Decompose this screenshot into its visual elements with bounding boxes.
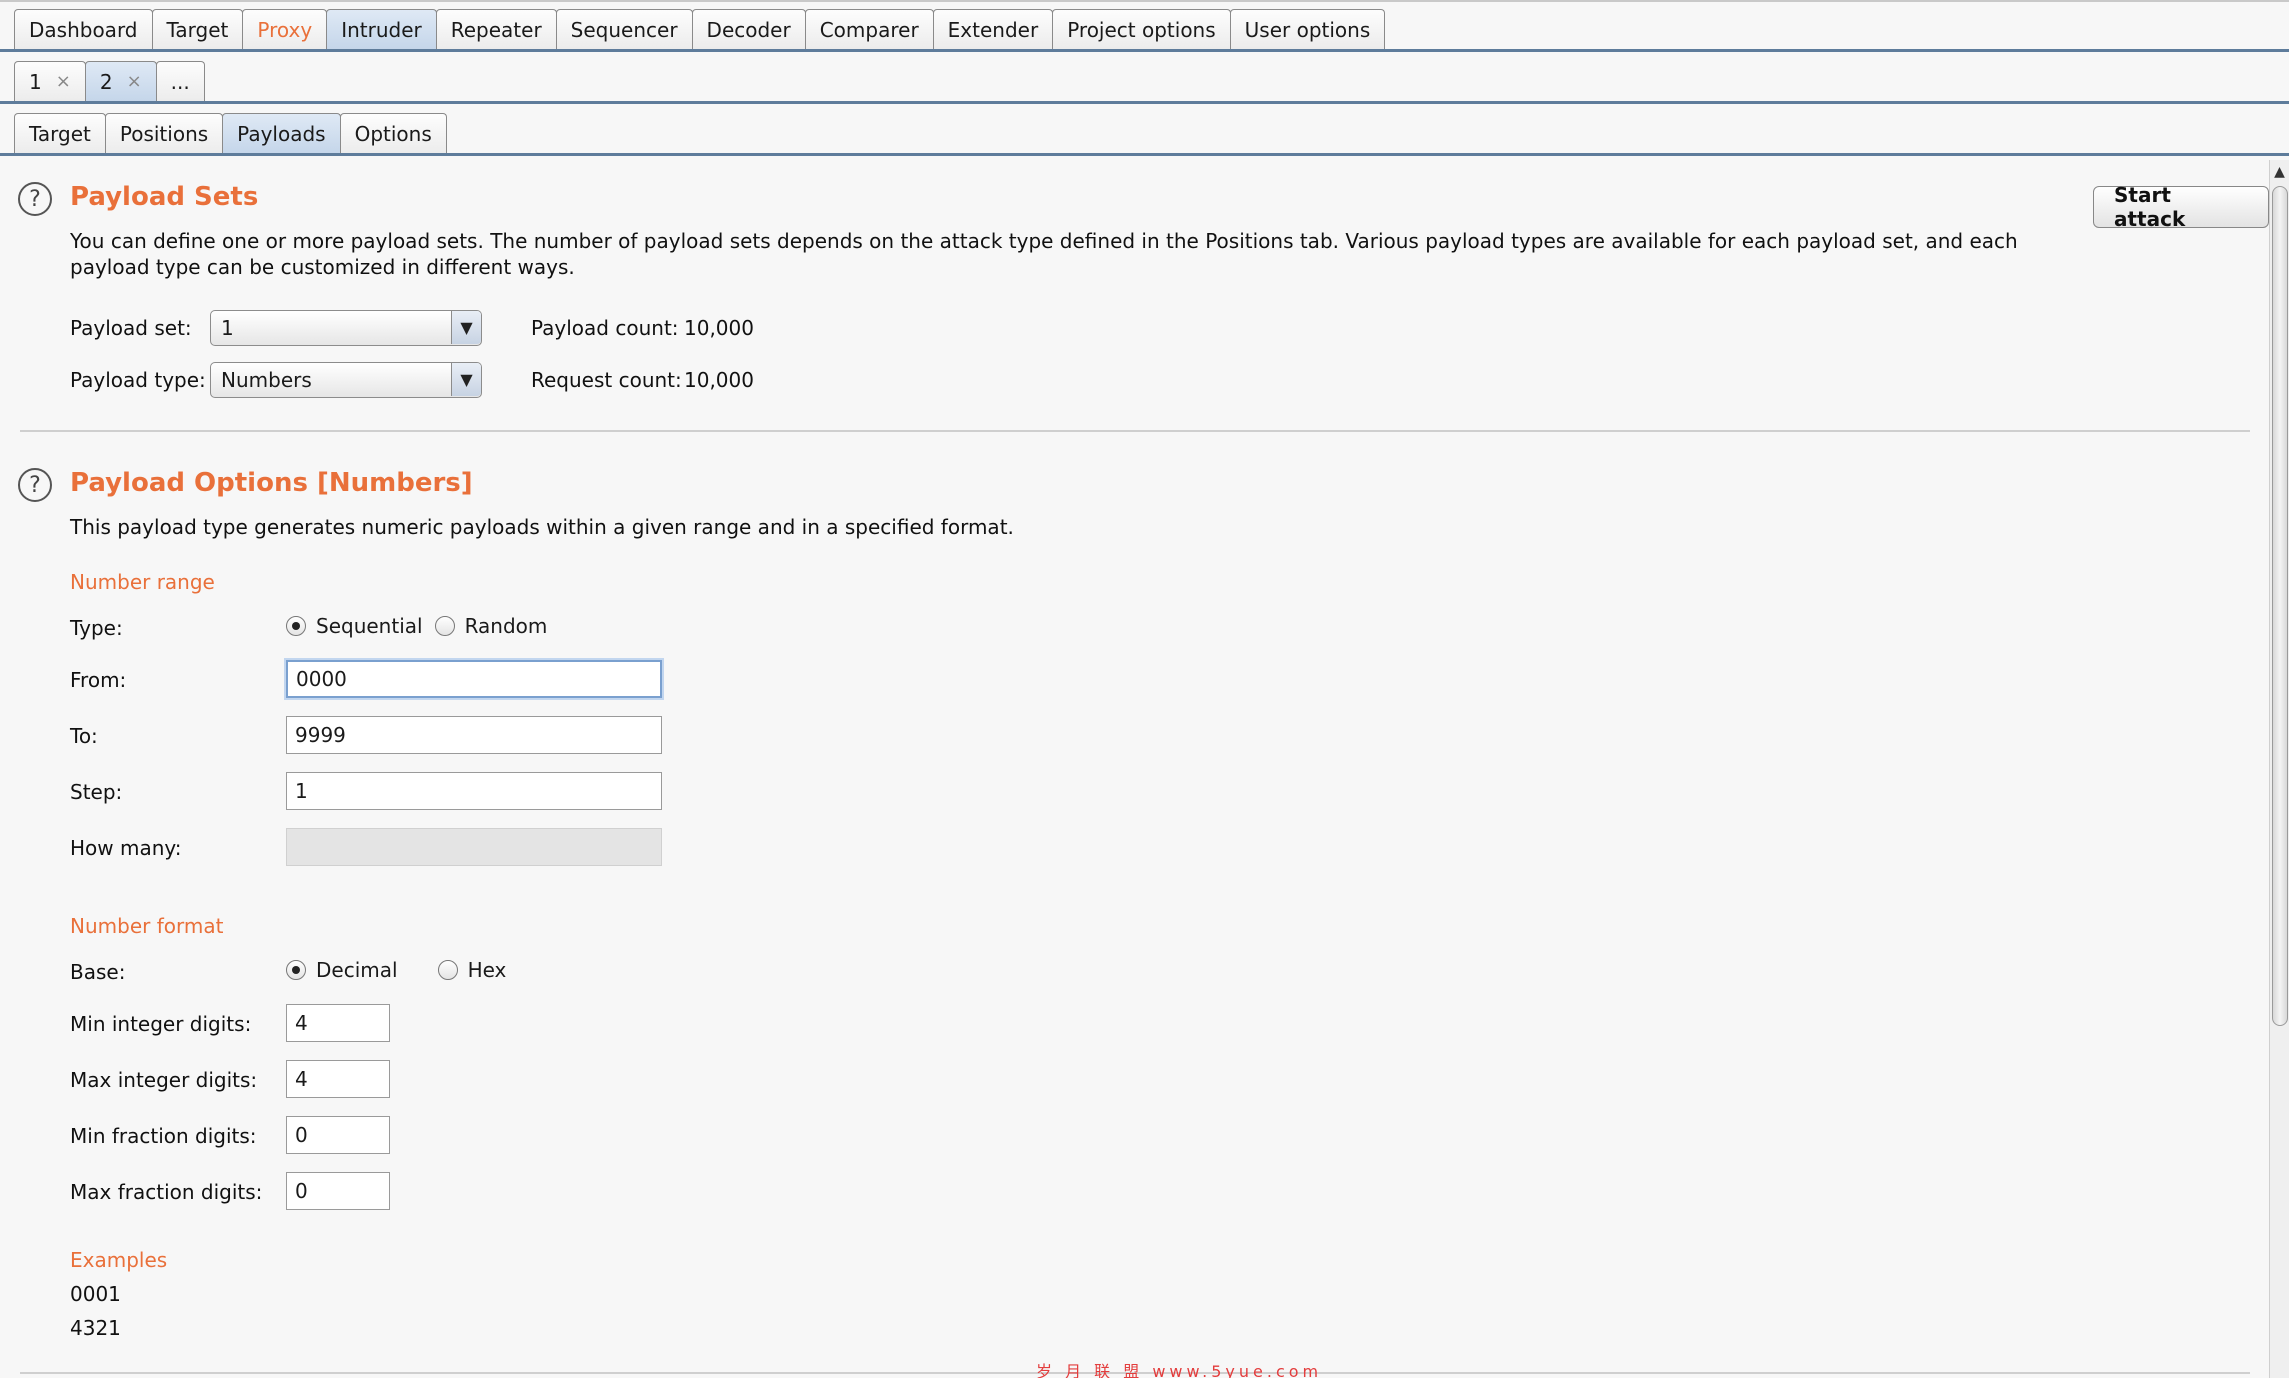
payloads-panel: ? Payload Sets Start attack You can defi… — [0, 156, 2269, 1378]
close-icon[interactable]: × — [127, 71, 142, 92]
tab-comparer[interactable]: Comparer — [804, 9, 934, 49]
from-label: From: — [70, 668, 127, 692]
max-fraction-digits-label: Max fraction digits: — [70, 1180, 263, 1204]
tab-decoder[interactable]: Decoder — [691, 9, 806, 49]
to-label: To: — [70, 724, 98, 748]
how-many-input — [286, 828, 662, 866]
radio-unchecked-icon — [434, 616, 455, 636]
request-count-value: 10,000 — [684, 368, 754, 392]
payload-options-description: This payload type generates numeric payl… — [70, 515, 1014, 539]
number-format-heading: Number format — [70, 914, 224, 938]
subtab-target[interactable]: Target — [14, 113, 106, 153]
subtab-positions[interactable]: Positions — [104, 113, 224, 153]
tab-dashboard[interactable]: Dashboard — [14, 9, 153, 49]
max-fraction-digits-input[interactable]: 0 — [286, 1172, 390, 1210]
tab-extender[interactable]: Extender — [932, 9, 1054, 49]
watermark: 岁 月 联 盟 www.5yue.com — [1036, 1362, 1323, 1378]
min-integer-digits-input[interactable]: 4 — [286, 1004, 390, 1042]
min-integer-digits-label: Min integer digits: — [70, 1012, 252, 1036]
example-item: 4321 — [70, 1316, 121, 1340]
payload-count-value: 10,000 — [684, 316, 754, 340]
radio-decimal[interactable]: Decimal — [286, 958, 398, 982]
scrollbar-thumb[interactable] — [2272, 186, 2288, 1026]
payload-type-label: Payload type: — [70, 368, 206, 392]
triangle-down-icon[interactable]: ▼ — [451, 363, 481, 396]
intruder-sub-tab-bar: Target Positions Payloads Options — [0, 104, 2289, 156]
radio-random[interactable]: Random — [434, 614, 548, 638]
radio-label: Sequential — [316, 614, 423, 638]
max-integer-digits-input[interactable]: 4 — [286, 1060, 390, 1098]
max-integer-digits-label: Max integer digits: — [70, 1068, 258, 1092]
instance-tab-2[interactable]: 2 × — [84, 61, 157, 101]
radio-hex[interactable]: Hex — [437, 958, 507, 982]
start-attack-button[interactable]: Start attack — [2093, 183, 2269, 231]
subtab-options[interactable]: Options — [339, 113, 447, 153]
tab-project-options[interactable]: Project options — [1052, 9, 1231, 49]
vertical-scrollbar[interactable]: ▲ — [2269, 160, 2289, 1378]
payload-type-value: Numbers — [221, 368, 312, 392]
subtab-payloads[interactable]: Payloads — [222, 113, 341, 153]
tab-intruder[interactable]: Intruder — [326, 9, 437, 49]
radio-checked-icon — [286, 616, 306, 636]
step-label: Step: — [70, 780, 123, 804]
payload-set-select[interactable]: 1 ▼ — [210, 310, 482, 346]
triangle-down-icon[interactable]: ▼ — [451, 311, 481, 344]
tab-target[interactable]: Target — [151, 9, 244, 49]
to-input[interactable]: 9999 — [286, 716, 662, 754]
payload-sets-title: Payload Sets — [70, 182, 259, 212]
payload-set-label: Payload set: — [70, 316, 192, 340]
radio-unchecked-icon — [437, 960, 458, 980]
tab-repeater[interactable]: Repeater — [435, 9, 557, 49]
tab-sequencer[interactable]: Sequencer — [555, 9, 693, 49]
instance-tab-label: 2 — [99, 69, 113, 94]
section-divider — [20, 430, 2250, 432]
intruder-instance-tab-bar: 1 × 2 × ... — [0, 52, 2289, 104]
examples-heading: Examples — [70, 1248, 168, 1272]
tab-user-options[interactable]: User options — [1229, 9, 1386, 49]
request-count-label: Request count: — [531, 368, 682, 392]
main-tab-bar: Dashboard Target Proxy Intruder Repeater… — [0, 0, 2289, 52]
question-circle-icon[interactable]: ? — [18, 182, 52, 216]
payload-count-label: Payload count: — [531, 316, 679, 340]
radio-label: Hex — [467, 958, 507, 982]
range-type-label: Type: — [70, 616, 123, 640]
radio-label: Random — [464, 614, 548, 638]
triangle-up-icon[interactable]: ▲ — [2270, 160, 2289, 184]
base-radio-group: Decimal Hex — [286, 958, 506, 982]
from-input[interactable]: 0000 — [286, 660, 662, 698]
payload-sets-description: You can define one or more payload sets.… — [70, 229, 2018, 279]
instance-tab-1[interactable]: 1 × — [14, 61, 86, 101]
range-type-radio-group: Sequential Random — [286, 614, 547, 638]
instance-tab-label: 1 — [29, 69, 42, 94]
new-instance-tab[interactable]: ... — [155, 61, 205, 101]
payload-options-title: Payload Options [Numbers] — [70, 468, 473, 498]
payload-set-value: 1 — [221, 316, 234, 340]
min-fraction-digits-label: Min fraction digits: — [70, 1124, 257, 1148]
how-many-label: How many: — [70, 836, 182, 860]
payload-type-select[interactable]: Numbers ▼ — [210, 362, 482, 398]
radio-checked-icon — [286, 960, 306, 980]
min-fraction-digits-input[interactable]: 0 — [286, 1116, 390, 1154]
base-label: Base: — [70, 960, 126, 984]
radio-sequential[interactable]: Sequential — [286, 614, 423, 638]
radio-label: Decimal — [316, 958, 398, 982]
question-circle-icon[interactable]: ? — [18, 468, 52, 502]
example-item: 0001 — [70, 1282, 121, 1306]
tab-proxy[interactable]: Proxy — [242, 9, 328, 49]
step-input[interactable]: 1 — [286, 772, 662, 810]
number-range-heading: Number range — [70, 570, 215, 594]
close-icon[interactable]: × — [56, 71, 71, 92]
